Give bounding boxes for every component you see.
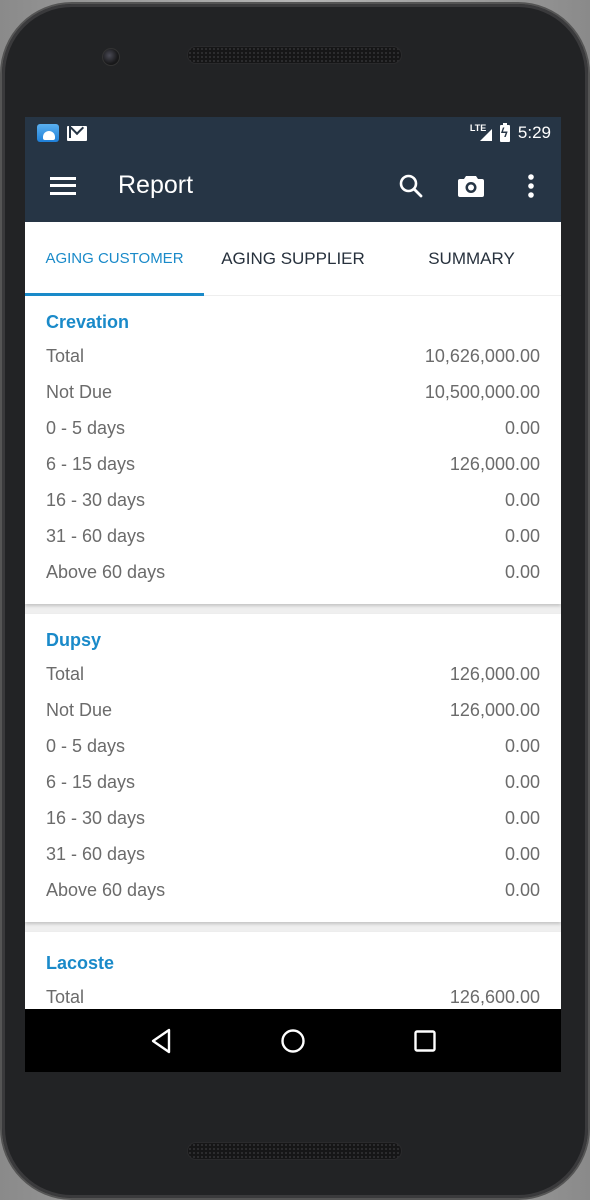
report-row: Total 126,000.00 [46,656,540,692]
customer-name: Crevation [46,312,130,332]
row-value: 0.00 [504,771,540,792]
front-camera [102,48,120,66]
row-value: 0.00 [504,879,540,900]
lte-signal-icon: LTE [470,123,492,142]
overflow-menu-button[interactable] [501,156,561,216]
row-label: Not Due [46,699,113,720]
row-value: 10,626,000.00 [424,345,540,366]
tab-aging-customer[interactable]: AGING CUSTOMER [25,222,204,296]
gmail-icon [67,125,89,141]
row-label: 0 - 5 days [46,417,126,438]
earpiece-speaker [187,46,402,64]
search-button[interactable] [381,156,441,216]
status-bar: LTE 5:29 [25,117,561,149]
row-value: 126,000.00 [449,699,540,720]
page-title: Report [118,171,194,199]
report-row: Above 60 days 0.00 [46,872,540,908]
home-button[interactable] [268,1016,318,1066]
bottom-speaker [187,1142,402,1160]
row-label: 31 - 60 days [46,525,146,546]
row-value: 126,000.00 [449,663,540,684]
back-button[interactable] [136,1016,186,1066]
report-row: Not Due 10,500,000.00 [46,374,540,410]
tab-bar: AGING CUSTOMER AGING SUPPLIER SUMMARY [25,222,561,296]
battery-charging-icon [499,122,510,142]
search-icon [399,174,423,197]
tab-aging-supplier[interactable]: AGING SUPPLIER [204,222,382,295]
hamburger-icon [50,176,76,195]
overflow-menu-icon [528,173,534,198]
report-row: 16 - 30 days 0.00 [46,800,540,836]
row-value: 0.00 [504,489,540,510]
clock: 5:29 [517,123,551,142]
row-label: Not Due [46,381,113,402]
customer-name: Lacoste [46,953,115,973]
row-label: 6 - 15 days [46,771,136,792]
menu-button[interactable] [33,156,93,216]
row-label: 16 - 30 days [46,489,146,510]
recents-button[interactable] [400,1016,450,1066]
tab-summary[interactable]: SUMMARY [382,222,561,295]
es-file-explorer-icon [37,124,59,142]
row-label: Total [46,986,85,1007]
report-card-crevation: Crevation Total 10,626,000.00 Not Due 10,5… [25,296,561,604]
report-row: Above 60 days 0.00 [46,554,540,590]
row-value: 0.00 [504,843,540,864]
app-bar: Report [25,149,561,222]
row-value: 0.00 [504,561,540,582]
row-label: Above 60 days [46,561,166,582]
report-row: 6 - 15 days 0.00 [46,764,540,800]
report-row: 0 - 5 days 0.00 [46,728,540,764]
report-card-dupsy: Dupsy Total 126,000.00 Not Due 126,000.00 … [25,614,561,922]
row-label: 31 - 60 days [46,843,146,864]
system-nav-bar [25,1009,561,1072]
row-label: 0 - 5 days [46,735,126,756]
row-label: Total [46,663,85,684]
row-value: 0.00 [504,807,540,828]
report-list[interactable]: Crevation Total 10,626,000.00 Not Due 10,5… [25,296,561,1029]
report-row: Total 10,626,000.00 [46,338,540,374]
recents-icon [414,1029,436,1052]
row-value: 10,500,000.00 [424,381,540,402]
row-label: 16 - 30 days [46,807,146,828]
row-value: 0.00 [504,525,540,546]
report-row: 0 - 5 days 0.00 [46,410,540,446]
row-value: 126,600.00 [449,986,540,1007]
report-row: 6 - 15 days 126,000.00 [46,446,540,482]
row-label: Above 60 days [46,879,166,900]
camera-button[interactable] [441,156,501,216]
report-row: 16 - 30 days 0.00 [46,482,540,518]
report-row: 31 - 60 days 0.00 [46,518,540,554]
row-value: 126,000.00 [449,453,540,474]
camera-icon [458,175,484,197]
screen: LTE 5:29 Report [25,117,561,1072]
row-value: 0.00 [504,735,540,756]
report-row: 31 - 60 days 0.00 [46,836,540,872]
home-icon [281,1028,305,1053]
back-icon [151,1028,171,1053]
customer-name: Dupsy [46,630,102,650]
row-label: 6 - 15 days [46,453,136,474]
row-label: Total [46,345,85,366]
row-value: 0.00 [504,417,540,438]
report-row: Not Due 126,000.00 [46,692,540,728]
